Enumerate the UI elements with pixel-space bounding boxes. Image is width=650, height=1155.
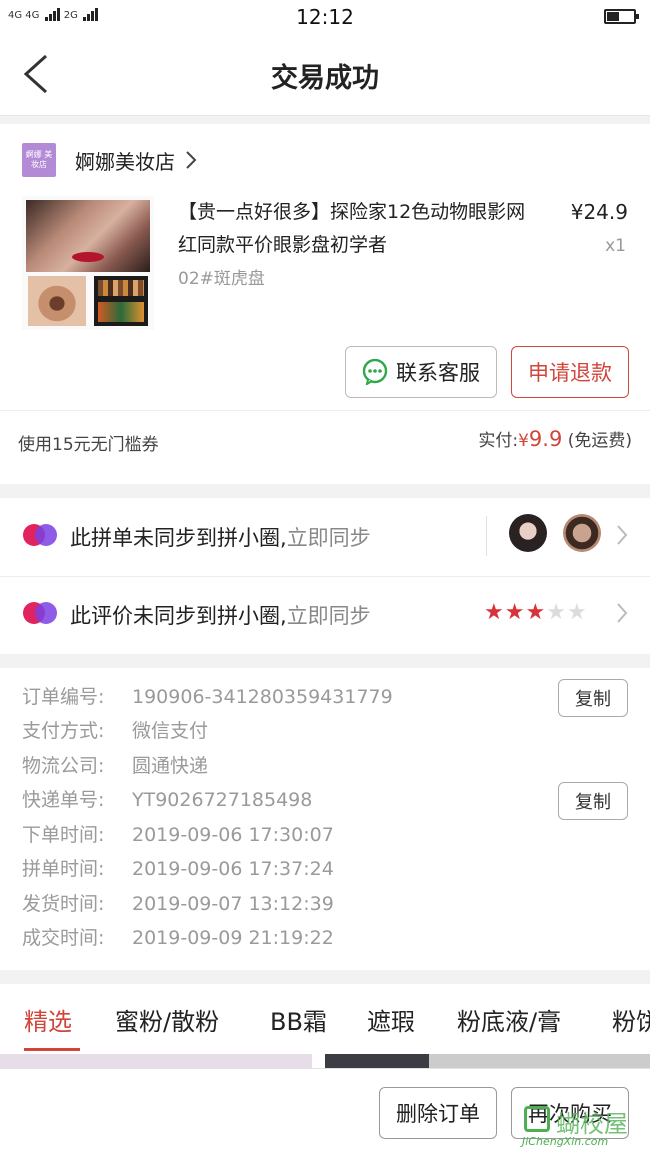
status-time: 12:12: [296, 5, 354, 29]
order-info-label: 发货时间:: [22, 893, 105, 915]
watermark-logo-icon: [524, 1106, 550, 1132]
tab-loose-powder[interactable]: 蜜粉/散粉: [115, 1002, 219, 1037]
battery-icon: [604, 9, 639, 24]
group-sync-row[interactable]: 此拼单未同步到拼小圈,立即同步: [0, 498, 650, 576]
request-refund-button[interactable]: 申请退款: [511, 346, 629, 398]
order-info-row: 拼单时间: 2019-09-06 17:37:24: [22, 854, 334, 884]
order-info-label: 物流公司:: [22, 755, 105, 777]
divider: [486, 516, 487, 556]
shipping-note: (免运费): [567, 431, 632, 451]
order-info-label: 下单时间:: [22, 824, 105, 846]
order-info-value: 微信支付: [132, 720, 209, 742]
copy-order-number-button[interactable]: 复制: [558, 679, 628, 717]
star-empty-icon: ★: [566, 600, 588, 625]
chat-bubble-icon: [362, 359, 388, 385]
product-title[interactable]: 【贵一点好很多】探险家12色动物眼影网红同款平价眼影盘初学者: [178, 196, 538, 262]
coupon-text: 使用15元无门槛券: [18, 435, 159, 455]
order-info-label: 支付方式:: [22, 720, 105, 742]
order-info-label: 订单编号:: [22, 686, 105, 708]
order-info-label: 成交时间:: [22, 927, 105, 949]
tab-foundation[interactable]: 粉底液/膏: [457, 1002, 561, 1037]
copy-tracking-number-button[interactable]: 复制: [558, 782, 628, 820]
product-grid-peek: [0, 1054, 650, 1068]
order-info-label: 快递单号:: [22, 789, 105, 811]
order-info-card: 订单编号: 190906-341280359431779 支付方式: 微信支付物流公司…: [0, 668, 650, 970]
pinxiaoquan-icon: [23, 602, 57, 624]
order-info-value: 2019-09-07 13:12:39: [132, 893, 334, 915]
order-info-label: 拼单时间:: [22, 858, 105, 880]
category-tabs: 精选 蜜粉/散粉 BB霜 遮瑕 粉底液/膏 粉饼: [0, 984, 650, 1054]
order-info-row: 快递单号: YT9026727185498: [22, 785, 312, 815]
star-empty-icon: ★: [546, 600, 567, 625]
star-filled-icon: ★: [484, 600, 505, 625]
delete-order-button[interactable]: 删除订单: [379, 1087, 497, 1139]
contact-service-label: 联系客服: [396, 361, 480, 385]
order-info-row: 物流公司: 圆通快递: [22, 751, 208, 781]
order-info-value: 2019-09-06 17:30:07: [132, 824, 334, 846]
product-thumbnail[interactable]: [22, 196, 154, 330]
chevron-right-icon: [186, 151, 197, 169]
shop-link[interactable]: 婀娜 美妆店 婀娜美妆店: [22, 142, 197, 178]
chevron-right-icon: [617, 603, 628, 623]
order-info-row: 发货时间: 2019-09-07 13:12:39: [22, 889, 334, 919]
watermark-url: JiChengXin.com: [522, 1135, 609, 1148]
shop-logo: 婀娜 美妆店: [22, 143, 56, 177]
order-info-row: 支付方式: 微信支付: [22, 716, 208, 746]
order-info-value: 2019-09-06 17:37:24: [132, 858, 334, 880]
order-info-row: 下单时间: 2019-09-06 17:30:07: [22, 820, 334, 850]
order-info-value: 圆通快递: [132, 755, 209, 777]
avatar: [563, 514, 601, 552]
watermark-text: 蝴校屋: [556, 1110, 628, 1138]
contact-service-button[interactable]: 联系客服: [345, 346, 497, 398]
divider: [0, 410, 650, 411]
review-sync-text: 此评价未同步到拼小圈,: [70, 604, 287, 628]
product-quantity: x1: [605, 236, 626, 256]
tab-featured[interactable]: 精选: [24, 1002, 72, 1037]
pinxiaoquan-icon: [23, 524, 57, 546]
nav-bar: 交易成功: [0, 34, 650, 116]
group-sync-link[interactable]: 立即同步: [287, 526, 371, 550]
order-info-row: 成交时间: 2019-09-09 21:19:22: [22, 923, 334, 953]
tab-pressed-powder[interactable]: 粉饼: [612, 1002, 650, 1037]
watermark: 蝴校屋 JiChengXin.com: [518, 1104, 642, 1152]
avatar: [509, 514, 547, 552]
order-info-row: 订单编号: 190906-341280359431779: [22, 682, 393, 712]
page-title: 交易成功: [271, 63, 379, 94]
sync-card: 此拼单未同步到拼小圈,立即同步 此评价未同步到拼小圈,立即同步 ★★★★★: [0, 498, 650, 654]
rating-stars: ★★★★★: [484, 600, 588, 625]
order-card: 婀娜 美妆店 婀娜美妆店 【贵一点好很多】探险家12色动物眼影网红同款平价眼影盘…: [0, 124, 650, 484]
paid-value: 9.9: [528, 427, 563, 451]
order-info-value: 2019-09-09 21:19:22: [132, 927, 334, 949]
review-sync-link[interactable]: 立即同步: [287, 604, 371, 628]
group-sync-text: 此拼单未同步到拼小圈,: [70, 526, 287, 550]
shop-name: 婀娜美妆店: [75, 149, 175, 174]
star-filled-icon: ★: [525, 600, 547, 625]
order-info-value: 190906-341280359431779: [132, 686, 393, 708]
review-sync-row[interactable]: 此评价未同步到拼小圈,立即同步 ★★★★★: [0, 576, 650, 654]
product-price: ¥24.9: [570, 200, 628, 224]
active-tab-indicator: [24, 1048, 80, 1051]
tab-concealer[interactable]: 遮瑕: [367, 1002, 415, 1037]
chevron-right-icon: [617, 525, 628, 545]
paid-label: 实付:: [478, 431, 519, 451]
tab-bb-cream[interactable]: BB霜: [270, 1002, 327, 1037]
order-info-value: YT9026727185498: [132, 789, 313, 811]
paid-currency: ¥: [518, 431, 529, 451]
paid-amount: 实付:¥9.9 (免运费): [478, 426, 632, 451]
star-filled-icon: ★: [504, 600, 526, 625]
status-bar: 4G 4G 2G 12:12: [0, 0, 650, 34]
product-spec: 02#斑虎盘: [178, 269, 265, 289]
